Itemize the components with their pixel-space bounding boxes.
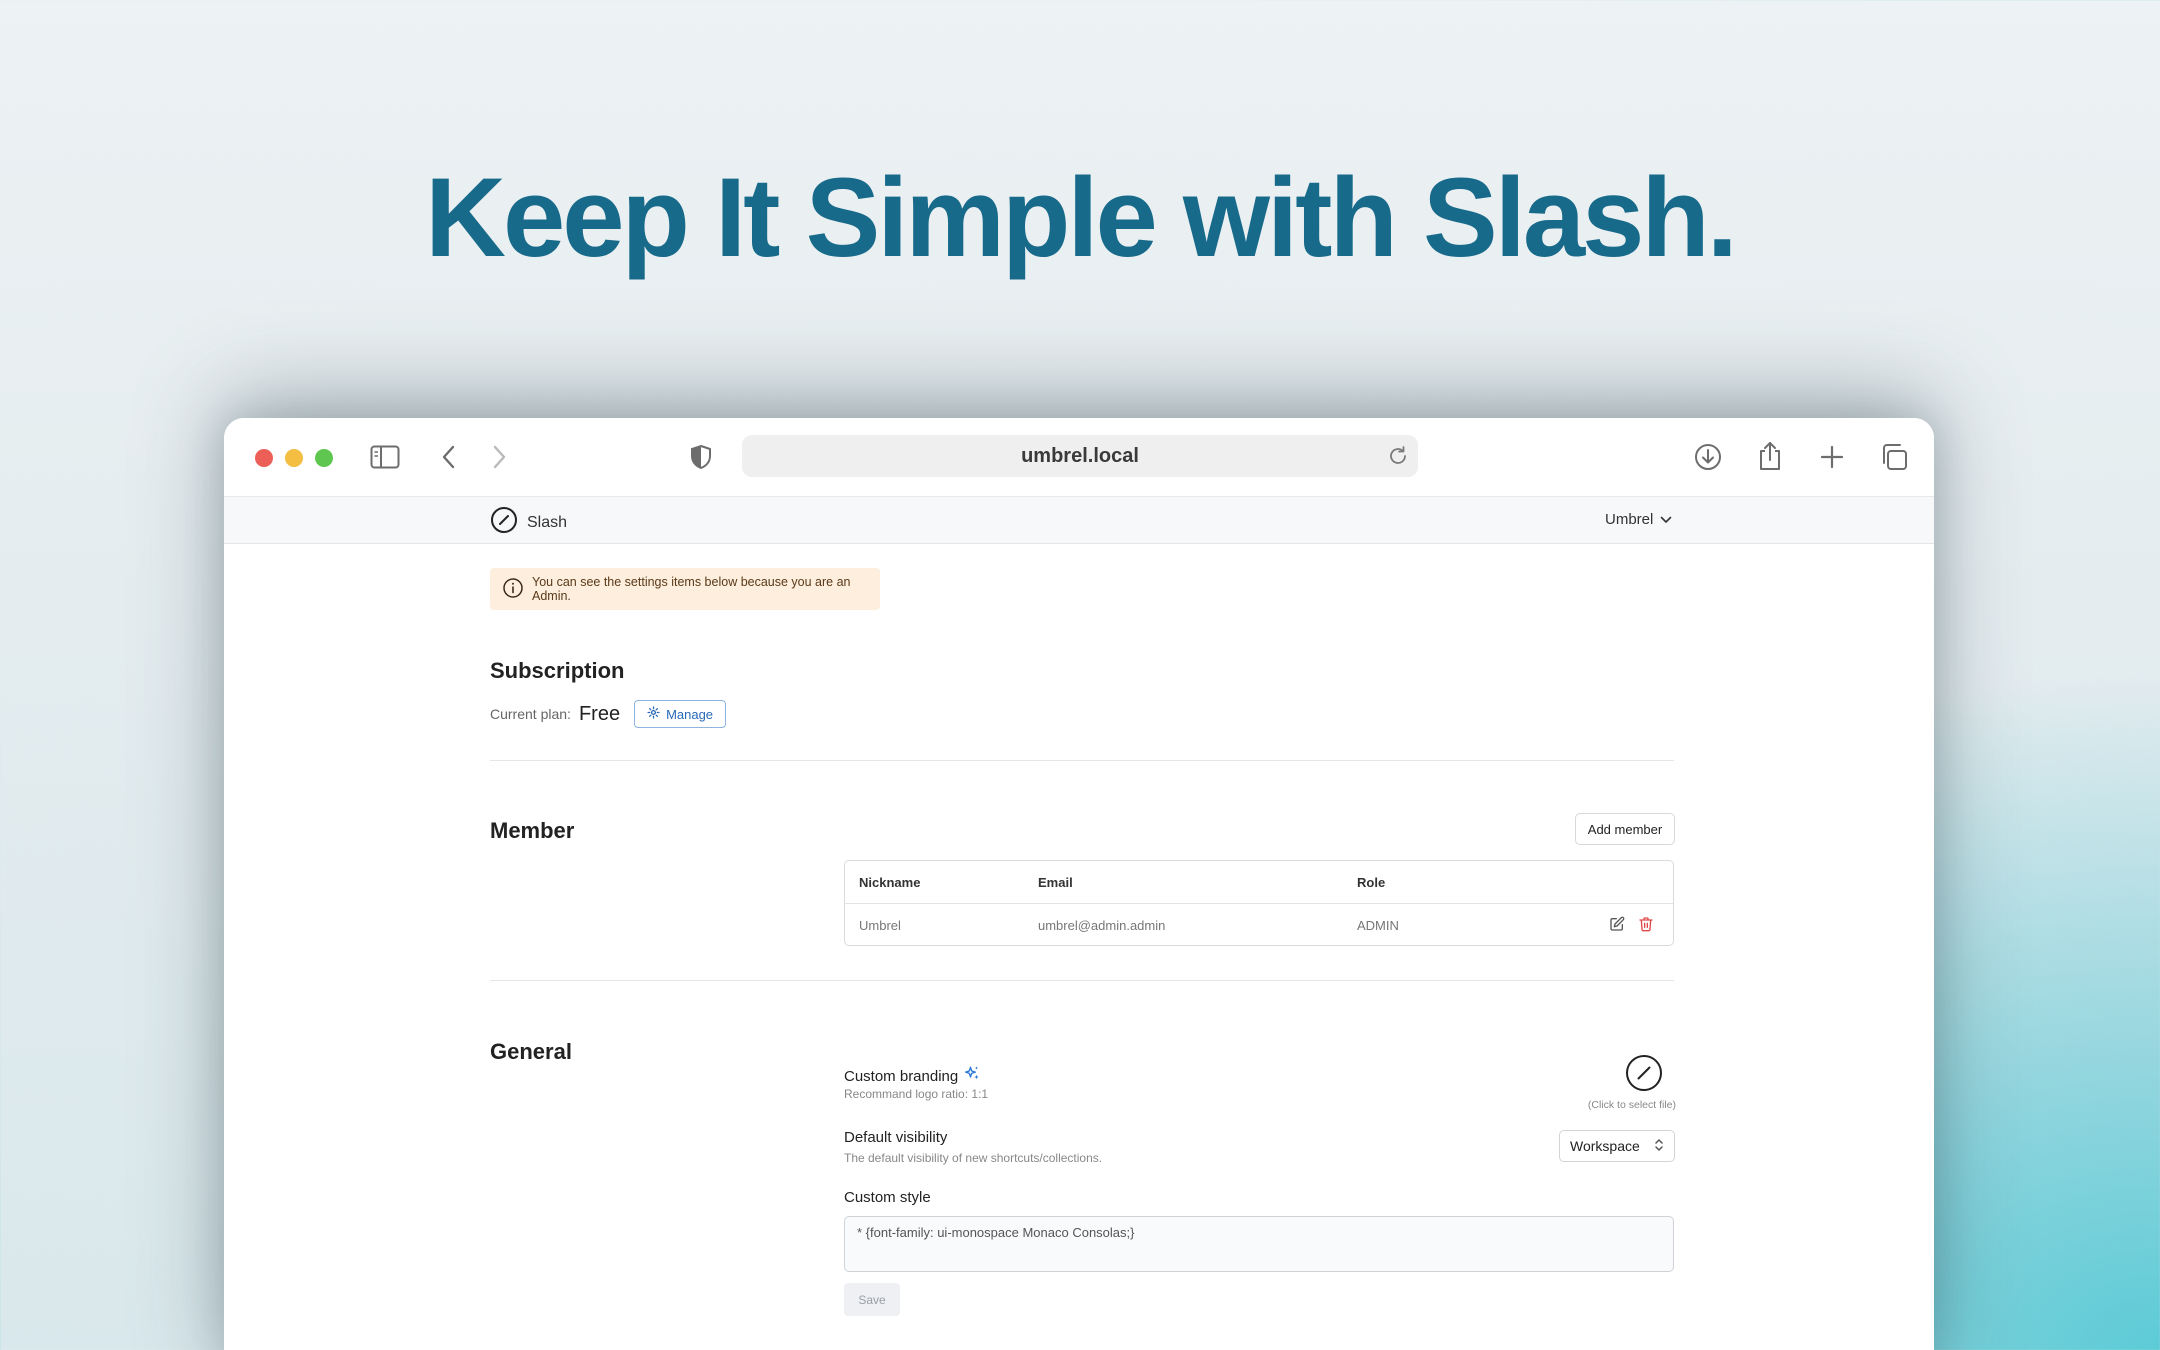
default-visibility-desc: The default visibility of new shortcuts/… — [844, 1151, 1103, 1165]
custom-style-textarea[interactable]: * {font-family: ui-monospace Monaco Cons… — [844, 1216, 1674, 1272]
hero-title: Keep It Simple with Slash. — [425, 155, 1738, 280]
member-role: ADMIN — [1357, 918, 1399, 933]
settings-content: You can see the settings items below bec… — [224, 544, 1934, 1350]
manage-button[interactable]: Manage — [634, 700, 727, 728]
custom-branding-text: Custom branding — [844, 1067, 959, 1085]
current-plan-value: Free — [578, 702, 621, 725]
brand-name: Slash — [527, 513, 568, 531]
chevron-down-icon — [1660, 511, 1672, 528]
edit-icon[interactable] — [1609, 916, 1625, 935]
default-visibility-label: Default visibility — [844, 1129, 948, 1146]
sidebar-toggle-icon[interactable] — [370, 444, 400, 470]
logo-upload-button[interactable] — [1625, 1054, 1663, 1092]
browser-window: umbrel.local Slash Umbrel You can see th… — [224, 418, 1934, 1350]
column-header-nickname: Nickname — [859, 875, 921, 890]
member-title: Member — [490, 818, 575, 843]
column-header-role: Role — [1357, 875, 1386, 890]
custom-style-label: Custom style — [844, 1189, 931, 1206]
custom-branding-label: Custom branding — [844, 1065, 981, 1087]
minimize-window-button[interactable] — [285, 449, 303, 467]
workspace-name: Umbrel — [1605, 511, 1654, 528]
row-actions — [1609, 904, 1654, 945]
address-bar[interactable]: umbrel.local — [742, 435, 1418, 477]
forward-chevron-icon[interactable] — [490, 444, 508, 470]
slash-logo-icon — [490, 506, 518, 539]
reload-icon[interactable] — [1386, 444, 1410, 474]
tabs-icon[interactable] — [1879, 442, 1909, 472]
plan-row: Current plan: Free Manage — [490, 700, 727, 728]
subscription-title: Subscription — [490, 658, 625, 683]
column-header-email: Email — [1038, 875, 1073, 890]
add-member-button[interactable]: Add member — [1575, 813, 1675, 845]
download-icon[interactable] — [1693, 442, 1723, 472]
admin-alert: You can see the settings items below bec… — [490, 568, 880, 610]
delete-icon[interactable] — [1638, 916, 1654, 935]
default-visibility-value: Workspace — [1570, 1138, 1640, 1154]
brand-link[interactable]: Slash — [490, 506, 567, 539]
maximize-window-button[interactable] — [315, 449, 333, 467]
workspace-switcher[interactable]: Umbrel — [1605, 511, 1672, 528]
info-icon — [502, 577, 524, 602]
custom-branding-desc: Recommand logo ratio: 1:1 — [844, 1087, 989, 1101]
default-visibility-select[interactable]: Workspace — [1559, 1130, 1675, 1162]
gear-icon — [647, 706, 660, 722]
address-url: umbrel.local — [1021, 444, 1139, 467]
back-chevron-icon[interactable] — [440, 444, 458, 470]
save-button[interactable]: Save — [844, 1283, 900, 1316]
share-icon[interactable] — [1756, 440, 1784, 472]
alert-text: You can see the settings items below bec… — [532, 575, 851, 603]
section-divider — [490, 760, 1674, 761]
table-header-row: Nickname Email Role — [845, 861, 1673, 904]
general-title: General — [490, 1039, 572, 1064]
table-row: Umbrel umbrel@admin.admin ADMIN — [845, 904, 1673, 945]
sparkles-icon — [963, 1065, 981, 1087]
plus-icon[interactable] — [1819, 444, 1845, 470]
section-divider — [490, 980, 1674, 981]
close-window-button[interactable] — [255, 449, 273, 467]
member-table: Nickname Email Role Umbrel umbrel@admin.… — [844, 860, 1674, 946]
browser-toolbar: umbrel.local — [224, 418, 1934, 496]
member-email: umbrel@admin.admin — [1038, 918, 1166, 933]
chevron-up-down-icon — [1654, 1137, 1664, 1156]
manage-label: Manage — [666, 706, 714, 722]
logo-upload-hint: (Click to select file) — [1587, 1099, 1676, 1111]
member-nickname: Umbrel — [859, 918, 901, 933]
app-header: Slash Umbrel — [224, 496, 1934, 544]
current-plan-label: Current plan: — [490, 706, 571, 722]
shield-icon[interactable] — [690, 444, 712, 470]
